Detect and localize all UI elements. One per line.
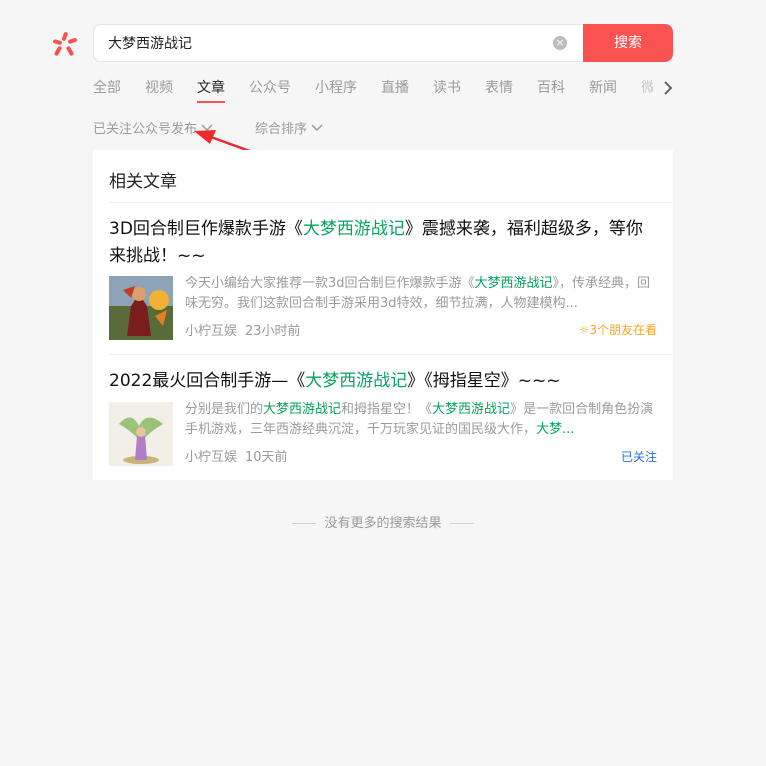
chevron-right-icon[interactable]: [661, 80, 675, 96]
divider: [449, 523, 474, 524]
friends-watching-badge: ☼3个朋友在看: [578, 323, 657, 337]
tab-official-account[interactable]: 公众号: [249, 79, 291, 103]
no-more-label: 没有更多的搜索结果: [324, 516, 442, 531]
tab-live[interactable]: 直播: [381, 79, 409, 103]
search-box: ×: [93, 24, 583, 62]
article-thumbnail: [109, 402, 173, 466]
chevron-down-icon: [201, 123, 213, 131]
filter-followed-label: 已关注公众号发布: [93, 122, 198, 137]
divider: [109, 202, 673, 203]
tab-reading[interactable]: 读书: [433, 79, 461, 103]
article-title[interactable]: 3D回合制巨作爆款手游《大梦西游战记》震撼来袭，福利超级多，等你来挑战！~~: [109, 216, 657, 270]
tab-more-cut[interactable]: 微: [641, 79, 653, 103]
divider: [109, 354, 673, 355]
article-time: 23小时前: [245, 324, 301, 339]
article-result[interactable]: 2022最火回合制手游—《大梦西游战记》《拇指星空》~~~ 分别是我们的大梦西游…: [109, 368, 657, 468]
search-type-tabs: 全部 视频 文章 公众号 小程序 直播 读书 表情 百科 新闻 微: [93, 79, 653, 105]
article-meta: 小柠互娱 23小时前: [185, 320, 309, 339]
no-more-results: 没有更多的搜索结果: [0, 512, 766, 531]
filter-sort[interactable]: 综合排序: [255, 118, 323, 137]
results-card: 相关文章 3D回合制巨作爆款手游《大梦西游战记》震撼来袭，福利超级多，等你来挑战…: [93, 150, 673, 480]
tab-encyclopedia[interactable]: 百科: [537, 79, 565, 103]
tab-video[interactable]: 视频: [145, 79, 173, 103]
article-time: 10天前: [245, 450, 288, 465]
wechat-search-logo-icon: [53, 32, 77, 56]
article-title[interactable]: 2022最火回合制手游—《大梦西游战记》《拇指星空》~~~: [109, 368, 657, 395]
article-thumbnail: [109, 276, 173, 340]
search-button[interactable]: 搜索: [583, 24, 673, 62]
section-title: 相关文章: [109, 172, 177, 192]
search-input[interactable]: [108, 25, 538, 61]
article-snippet: 今天小编给大家推荐一款3d回合制巨作爆款手游《大梦西游战记》，传承经典，回味无穷…: [185, 276, 651, 311]
followed-badge: 已关注: [620, 450, 657, 464]
clear-icon[interactable]: ×: [553, 36, 567, 50]
article-meta: 小柠互娱 10天前: [185, 446, 296, 465]
article-result[interactable]: 3D回合制巨作爆款手游《大梦西游战记》震撼来袭，福利超级多，等你来挑战！~~ 今…: [109, 216, 657, 342]
article-author[interactable]: 小柠互娱: [185, 324, 237, 339]
tab-article[interactable]: 文章: [197, 79, 225, 103]
article-snippet: 分别是我们的大梦西游战记和拇指星空！《大梦西游战记》是一款回合制角色扮演手机游戏…: [185, 402, 654, 437]
filter-followed-accounts[interactable]: 已关注公众号发布: [93, 118, 213, 137]
sparkle-icon: ☼: [578, 323, 590, 337]
tab-all[interactable]: 全部: [93, 79, 121, 103]
tab-mini-program[interactable]: 小程序: [315, 79, 357, 103]
chevron-down-icon: [311, 123, 323, 131]
article-author[interactable]: 小柠互娱: [185, 450, 237, 465]
tab-news[interactable]: 新闻: [589, 79, 617, 103]
tab-stickers[interactable]: 表情: [485, 79, 513, 103]
filter-sort-label: 综合排序: [255, 122, 308, 137]
divider: [292, 523, 317, 524]
